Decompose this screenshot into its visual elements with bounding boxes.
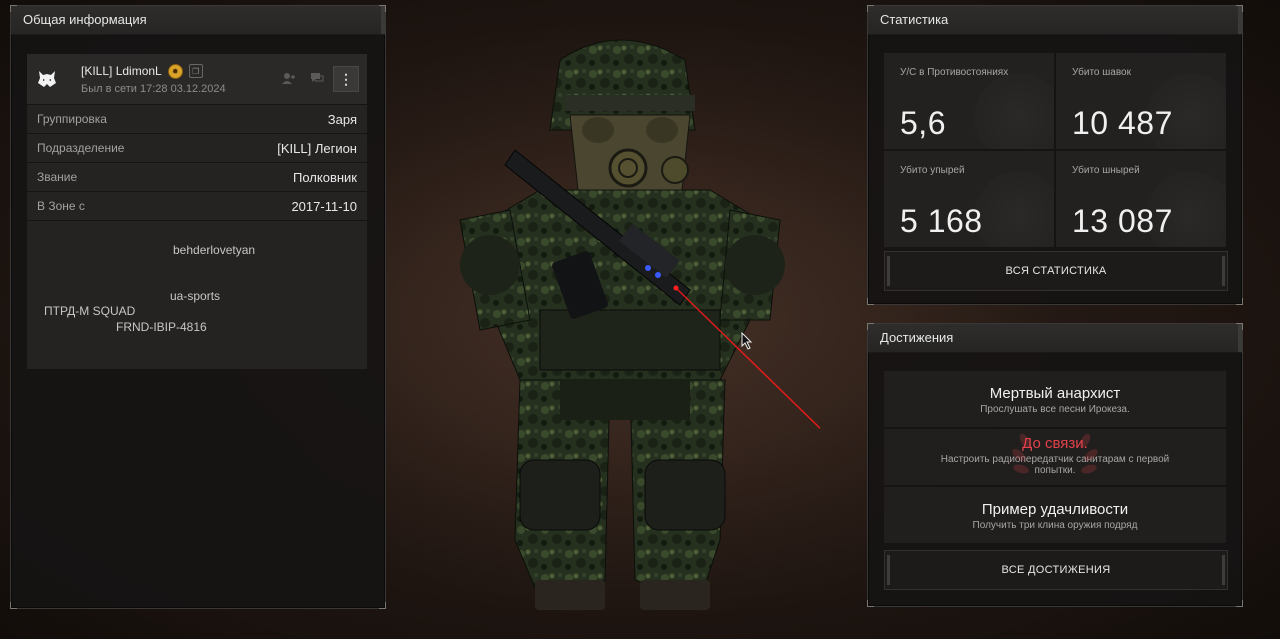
all-stats-button[interactable]: ВСЯ СТАТИСТИКА [884,251,1228,291]
player-name: [KILL] LdimonL [81,64,162,78]
more-vertical-icon[interactable]: ⋮ [333,66,359,92]
stat-upyri-killed: Убито упырей 5 168 [884,151,1054,247]
stat-shavki-killed: Убито шавок 10 487 [1056,53,1226,149]
panel-title: Достижения [868,324,1242,353]
description-line: FRND-IBIP-4816 [116,320,207,334]
achievement-description: Получить три клина оружия подряд [972,520,1138,531]
rank-value: Полковник [293,169,357,185]
achievement-item[interactable]: До связи. Настроить радиопередатчик сани… [884,429,1226,485]
unit-label: Подразделение [37,141,125,155]
stat-value: 13 087 [1072,203,1173,239]
sun-badge-icon[interactable]: ✹ [167,63,183,79]
stat-label: У/С в Противостояниях [900,67,1009,78]
description-line: ПТРД-М SQUAD [44,304,136,318]
achievements-panel: Достижения Мертвый анархист Прослушать в… [867,323,1243,607]
faction-label: Группировка [37,112,107,126]
achievement-title: Мертвый анархист [989,385,1121,402]
rank-row: Звание Полковник [27,163,367,191]
character-model[interactable] [420,20,820,620]
panel-title: Статистика [868,6,1242,35]
general-info-panel: Общая информация [KILL] LdimonL ✹ ❐ Был … [10,5,386,609]
wolf-head-icon [27,54,67,104]
rank-label: Звание [37,170,78,184]
statistics-panel: Статистика У/С в Противостояниях 5,6 Уби… [867,5,1243,305]
add-friend-icon[interactable] [277,66,301,90]
stat-value: 5,6 [900,105,946,141]
all-achievements-button[interactable]: ВСЕ ДОСТИЖЕНИЯ [884,550,1228,590]
stat-kd-ratio: У/С в Противостояниях 5,6 [884,53,1054,149]
faction-row: Группировка Заря [27,105,367,133]
unit-row: Подразделение [KILL] Легион [27,134,367,162]
faction-value: Заря [327,111,357,127]
stat-label: Убито упырей [900,165,965,176]
description-line: ua-sports [170,289,221,303]
player-card: [KILL] LdimonL ✹ ❐ Был в сети 17:28 03.1… [27,54,367,104]
stat-shnyri-killed: Убито шнырей 13 087 [1056,151,1226,247]
description-line: behderlovetyan [173,243,256,257]
laurel-wreath-icon [1012,433,1098,474]
zone-since-value: 2017-11-10 [291,198,357,214]
stat-label: Убито шавок [1072,67,1131,78]
last-online-status: Был в сети 17:28 03.12.2024 [81,82,226,95]
profile-description: behderlovetyan ua-sports ПТРД-М SQUAD FR… [27,221,367,369]
zone-since-label: В Зоне с [37,199,85,213]
unit-value[interactable]: [KILL] Легион [277,141,357,156]
stat-value: 5 168 [900,203,983,239]
copy-icon[interactable]: ❐ [188,64,203,78]
achievement-title: Пример удачливости [981,501,1129,518]
achievement-description: Прослушать все песни Ирокеза. [980,404,1130,415]
zone-since-row: В Зоне с 2017-11-10 [27,192,367,220]
panel-title: Общая информация [11,6,385,35]
achievement-item[interactable]: Пример удачливости Получить три клина ор… [884,487,1226,543]
mouse-cursor-icon [741,332,753,350]
stat-label: Убито шнырей [1072,165,1140,176]
stat-value: 10 487 [1072,105,1173,141]
chat-icon[interactable] [305,66,329,90]
achievement-item[interactable]: Мертвый анархист Прослушать все песни Ир… [884,371,1226,427]
